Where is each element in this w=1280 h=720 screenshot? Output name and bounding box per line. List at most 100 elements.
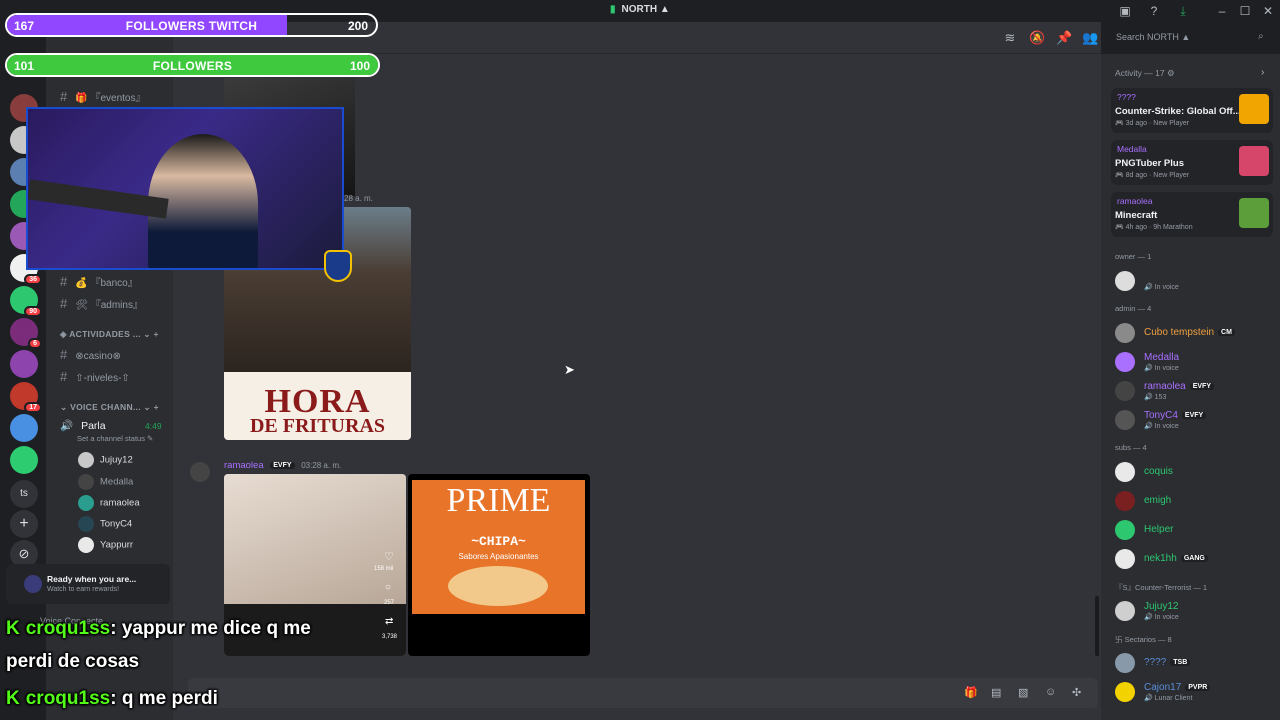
activity-user: Medalla bbox=[1117, 144, 1147, 154]
voice-user[interactable]: Yappurr bbox=[78, 537, 133, 553]
share-icon[interactable]: ⇄ bbox=[385, 616, 393, 627]
user-tag: CM bbox=[1218, 328, 1235, 336]
orb-icon bbox=[24, 575, 42, 593]
sticker-icon[interactable]: ▧ bbox=[1018, 686, 1028, 699]
voice-user[interactable]: Medalla bbox=[78, 474, 133, 490]
mute-icon[interactable]: 🔕 bbox=[1029, 30, 1045, 46]
activity-meta: 🎮 8d ago · New Player bbox=[1115, 172, 1190, 179]
voice-channel-parla[interactable]: 🔊 Parla bbox=[60, 419, 106, 432]
search-input[interactable]: Search NORTH ▲ bbox=[1110, 28, 1273, 47]
activity-card[interactable]: ???? Counter-Strike: Global Off... 🎮 3d ag… bbox=[1111, 88, 1273, 133]
member-name: nek1hh GANG bbox=[1144, 553, 1208, 564]
stream-chat-line: perdi de cosas bbox=[6, 651, 140, 672]
user-tag: PVPR bbox=[1185, 683, 1211, 691]
category-voice[interactable]: ⌄ VOICE CHANN... ⌄ + bbox=[60, 402, 159, 413]
message-composer[interactable]: 🎁 ▤ ▧ ☺ ✣ bbox=[188, 678, 1098, 708]
voice-timer: 4:49 bbox=[145, 421, 162, 431]
gift-icon[interactable]: 🎁 bbox=[964, 686, 978, 699]
server-icon[interactable] bbox=[10, 350, 38, 378]
maximize-icon[interactable]: ☐ bbox=[1237, 3, 1253, 19]
member-row[interactable]: ???? TSB bbox=[1115, 651, 1277, 675]
download-icon[interactable]: ⤓ bbox=[1175, 3, 1191, 19]
user-tag: GANG bbox=[1180, 554, 1208, 562]
emoji-icon[interactable]: ☺ bbox=[1045, 686, 1056, 698]
member-status: 🔊 153 bbox=[1144, 394, 1167, 401]
server-folder-ts[interactable]: ts bbox=[10, 480, 38, 508]
bar-label: FOLLOWERS bbox=[152, 59, 233, 73]
member-row[interactable]: TonyC4 EVFY 🔊 In voice bbox=[1115, 408, 1277, 432]
members-icon[interactable]: 👥 bbox=[1082, 30, 1098, 46]
server-icon[interactable] bbox=[10, 446, 38, 474]
prime-chipa-image[interactable]: PRIME ~CHIPA~ Sabores Apasionantes bbox=[408, 474, 590, 656]
gif-icon[interactable]: ▤ bbox=[991, 686, 1001, 699]
activity-user: ramaolea bbox=[1117, 196, 1153, 206]
channel-niveles[interactable]: # ⇧-niveles-⇧ bbox=[60, 369, 130, 384]
avatar bbox=[1115, 549, 1135, 569]
minimize-icon[interactable]: – bbox=[1214, 3, 1230, 19]
activity-card[interactable]: Medalla PNGTuber Plus 🎮 8d ago · New Playe… bbox=[1111, 140, 1273, 185]
category-actividades[interactable]: ◈ ACTIVIDADES ... ⌄ + bbox=[60, 329, 159, 340]
server-icon[interactable]: 90 bbox=[10, 286, 42, 317]
comment-icon[interactable]: ○ bbox=[385, 582, 391, 593]
channel-admins[interactable]: # 🛠 『admins』 bbox=[60, 296, 143, 311]
image-caption-line2: DE FRITURAS bbox=[249, 415, 386, 437]
rewards-popup[interactable]: Ready when you are... Watch to earn rewa… bbox=[6, 564, 170, 604]
heart-icon[interactable]: ♡ bbox=[384, 550, 394, 563]
server-icon[interactable] bbox=[10, 414, 38, 442]
avatar bbox=[1115, 601, 1135, 621]
close-icon[interactable]: ✕ bbox=[1260, 3, 1276, 19]
server-icon[interactable]: 6 bbox=[10, 318, 42, 349]
member-row[interactable]: coquis bbox=[1115, 460, 1277, 484]
channel-eventos[interactable]: # 🎁 『eventos』 bbox=[60, 89, 146, 104]
member-name: ???? TSB bbox=[1144, 657, 1191, 668]
speaker-icon: 🔊 bbox=[60, 420, 74, 432]
server-icon[interactable]: 17 bbox=[10, 382, 42, 413]
stream-chat-line: Kcroqu1ss: q me perdi bbox=[6, 688, 218, 709]
pin-icon[interactable]: 📌 bbox=[1056, 30, 1072, 46]
voice-user[interactable]: Jujuy12 bbox=[78, 452, 133, 468]
channel-status-prompt[interactable]: Set a channel status ✎ bbox=[77, 434, 153, 443]
channel-casino[interactable]: # ⊗casino⊗ bbox=[60, 347, 121, 362]
member-row[interactable]: Cajon17 PVPR 🔊 Lunar Client bbox=[1115, 680, 1277, 704]
product-name: ~CHIPA~ bbox=[471, 534, 526, 549]
member-row[interactable]: emigh bbox=[1115, 489, 1277, 513]
inbox-icon[interactable]: ▣ bbox=[1117, 3, 1133, 19]
stream-chat-line: Kcroqu1ss: yappur me dice q me bbox=[6, 618, 311, 639]
voice-user[interactable]: TonyC4 bbox=[78, 516, 132, 532]
member-status: 🔊 Lunar Client bbox=[1144, 695, 1193, 702]
message-timestamp: 28 a. m. bbox=[344, 194, 373, 203]
avatar bbox=[1115, 682, 1135, 702]
member-name: TonyC4 EVFY bbox=[1144, 410, 1207, 421]
message-author[interactable]: ramaolea bbox=[224, 460, 264, 471]
threads-icon[interactable]: ≋ bbox=[1002, 30, 1018, 46]
chevron-right-icon[interactable]: › bbox=[1261, 67, 1264, 78]
member-row[interactable]: Cubo tempstein CM bbox=[1115, 321, 1277, 345]
member-row[interactable]: Helper bbox=[1115, 518, 1277, 542]
chat-scrollbar[interactable] bbox=[1095, 596, 1099, 656]
member-name: Helper bbox=[1144, 524, 1174, 535]
member-row[interactable]: 🔊 In voice bbox=[1115, 269, 1277, 293]
avatar[interactable] bbox=[190, 462, 210, 482]
user-tag: EVFY bbox=[270, 461, 295, 469]
mouse-cursor-icon: ➤ bbox=[564, 362, 575, 377]
add-server-icon[interactable]: + bbox=[10, 510, 38, 538]
bar-label: FOLLOWERS TWITCH bbox=[125, 19, 258, 33]
search-icon: ⌕ bbox=[1258, 31, 1264, 42]
member-group-header: 『S』Counter-Terrorist — 1 bbox=[1115, 583, 1208, 592]
team-crest-icon bbox=[324, 250, 352, 282]
member-row[interactable]: Medalla 🔊 In voice bbox=[1115, 350, 1277, 374]
member-sidebar: Activity — 17 ⚙ › ???? Counter-Strike: Gl… bbox=[1101, 54, 1280, 720]
member-row[interactable]: Jujuy12 🔊 In voice bbox=[1115, 599, 1277, 623]
member-group-header: admin — 4 bbox=[1115, 304, 1152, 313]
apps-icon[interactable]: ✣ bbox=[1072, 686, 1081, 699]
member-row[interactable]: ramaolea EVFY 🔊 153 bbox=[1115, 379, 1277, 403]
member-status: 🔊 In voice bbox=[1144, 614, 1179, 621]
channel-banco[interactable]: # 💰 『banco』 bbox=[60, 274, 138, 289]
activity-card[interactable]: ramaolea Minecraft 🎮 4h ago · 9h Marathon bbox=[1111, 192, 1273, 237]
voice-user[interactable]: ramaolea bbox=[78, 495, 140, 511]
member-row[interactable]: nek1hh GANG bbox=[1115, 547, 1277, 571]
unread-badge: 17 bbox=[24, 402, 42, 413]
avatar bbox=[1115, 352, 1135, 372]
help-icon[interactable]: ? bbox=[1146, 3, 1162, 19]
avatar bbox=[1115, 410, 1135, 430]
